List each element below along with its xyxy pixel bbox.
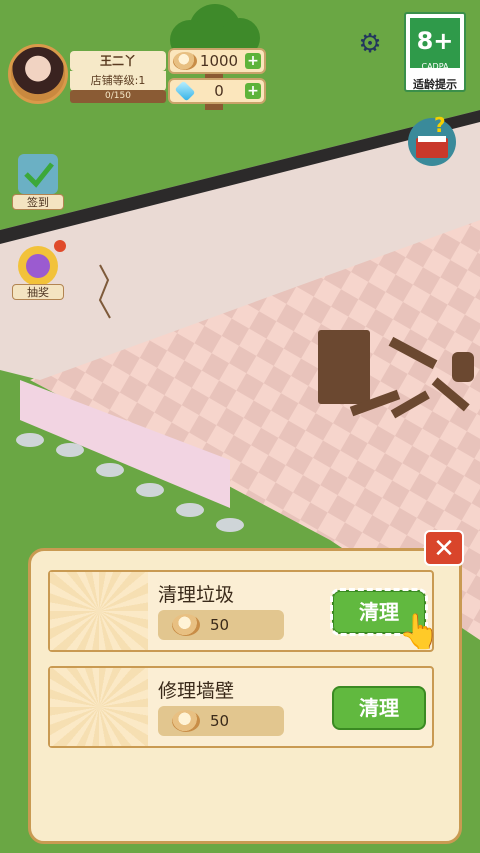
avatar[interactable]	[8, 44, 68, 104]
age-rating: 8+	[410, 18, 460, 68]
close-button[interactable]: ✕	[424, 530, 464, 566]
player-name: 王二丫	[70, 51, 166, 71]
checkin-label: 签到	[12, 194, 64, 210]
task-cost: 50	[158, 610, 284, 640]
checkin-button[interactable]: 签到	[8, 150, 68, 210]
task-row: 清理垃圾 50 清理	[48, 570, 434, 652]
rating-org: CADPA	[421, 62, 449, 71]
task-cost: 50	[158, 706, 284, 736]
coin-icon	[172, 710, 200, 732]
cost-amount: 50	[210, 616, 230, 634]
task-row: 修理墙壁 50 清理	[48, 666, 434, 748]
lottery-wheel-icon	[18, 240, 66, 286]
coin-icon	[173, 52, 197, 70]
help-book-icon[interactable]: ?	[404, 112, 460, 168]
cost-amount: 50	[210, 712, 230, 730]
trash-thumbnail	[50, 572, 148, 650]
coin-icon	[172, 614, 200, 636]
gem-counter: 0 +	[168, 78, 266, 104]
exp-bar: 0/150	[70, 90, 166, 103]
task-name: 修理墙壁	[158, 680, 235, 702]
age-tip: 适龄提示	[413, 78, 457, 91]
lottery-button[interactable]: 抽奖	[8, 240, 68, 300]
add-coins-button[interactable]: +	[245, 53, 261, 69]
shop-level: 店铺等级:1	[70, 71, 166, 91]
task-name: 清理垃圾	[158, 584, 235, 606]
coin-amount: 1000	[199, 52, 239, 70]
gem-icon	[174, 80, 196, 102]
lottery-label: 抽奖	[12, 284, 64, 300]
age-rating-badge: 8+ CADPA 适龄提示	[404, 12, 466, 92]
svg-text:?: ?	[434, 113, 446, 137]
checkin-icon	[18, 154, 58, 194]
add-gems-button[interactable]: +	[245, 83, 261, 99]
wall-thumbnail	[50, 668, 148, 746]
pointer-hand-icon: 👆	[398, 612, 441, 652]
gear-icon[interactable]: ⚙	[356, 30, 384, 58]
coin-counter: 1000 +	[168, 48, 266, 74]
repair-wall-button[interactable]: 清理	[332, 686, 426, 730]
gem-amount: 0	[214, 82, 224, 100]
